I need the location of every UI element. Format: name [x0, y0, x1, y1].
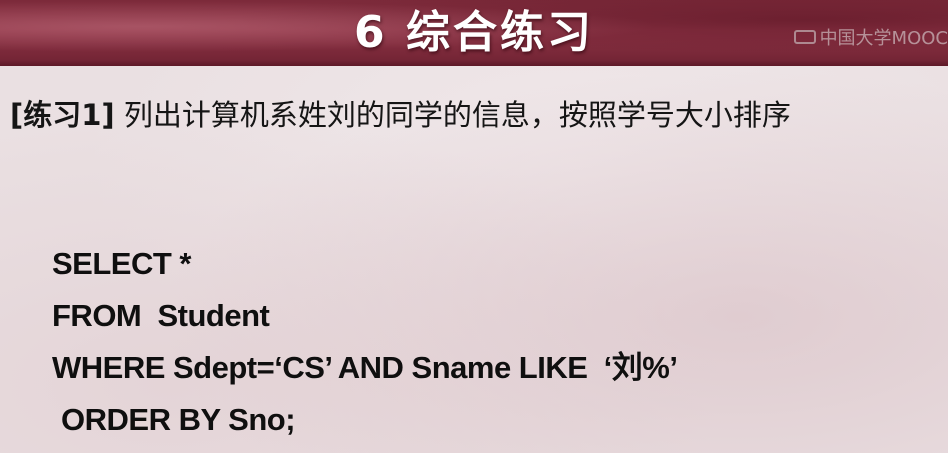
sql-line-order-by: ORDER BY Sno; — [61, 402, 296, 437]
watermark: 中国大学MOOC — [793, 26, 948, 49]
sql-line-select: SELECT * — [52, 246, 191, 281]
slide: 6 综合练习 中国大学MOOC [练习1] 列出计算机系姓刘的同学的信息，按照学… — [0, 0, 948, 453]
sql-code-block: SELECT * FROM Student WHERE Sdept=‘CS’ A… — [52, 238, 678, 446]
exercise-tag: [练习1] — [10, 98, 115, 132]
exercise-text: 列出计算机系姓刘的同学的信息，按照学号大小排序 — [114, 98, 791, 132]
exercise-prompt: [练习1] 列出计算机系姓刘的同学的信息，按照学号大小排序 — [10, 92, 920, 138]
mooc-logo-icon — [793, 30, 816, 44]
watermark-text: 中国大学MOOC — [819, 28, 948, 49]
sql-line-from: FROM Student — [52, 298, 270, 333]
title-band: 6 综合练习 中国大学MOOC — [0, 0, 948, 66]
sql-line-where: WHERE Sdept=‘CS’ AND Sname LIKE ‘刘%’ — [52, 350, 678, 385]
